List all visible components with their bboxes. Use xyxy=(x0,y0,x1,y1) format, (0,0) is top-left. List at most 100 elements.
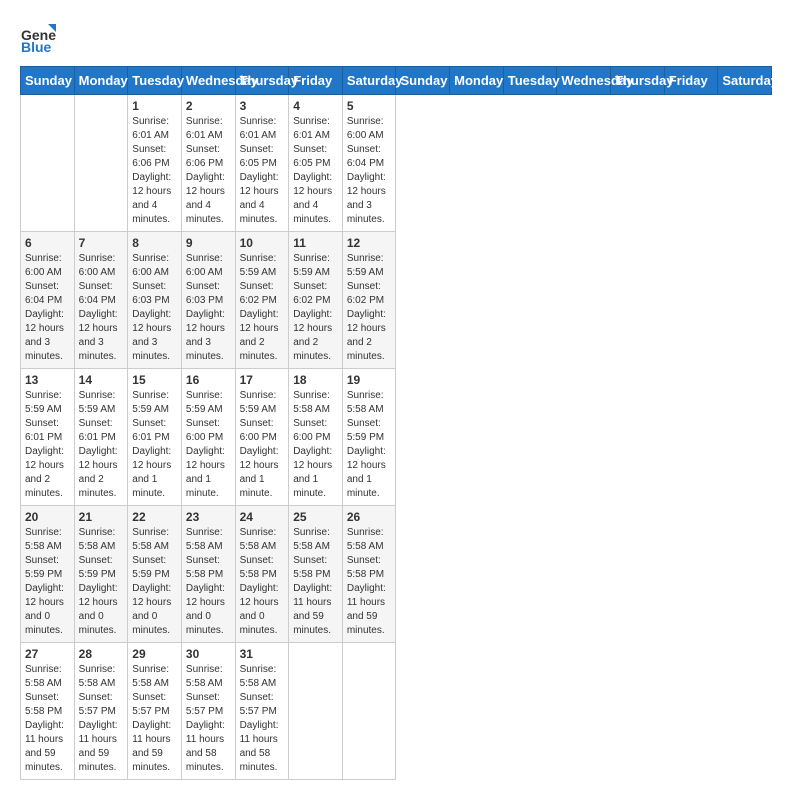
calendar-cell: 5 Sunrise: 6:00 AM Sunset: 6:04 PM Daylig… xyxy=(342,95,396,232)
calendar-cell: 21 Sunrise: 5:58 AM Sunset: 5:59 PM Dayli… xyxy=(74,506,128,643)
calendar-week-row: 13 Sunrise: 5:59 AM Sunset: 6:01 PM Dayli… xyxy=(21,369,772,506)
day-info: Sunrise: 5:58 AM Sunset: 5:59 PM Dayligh… xyxy=(25,526,70,638)
calendar-week-row: 27Sunrise: 5:58 AM Sunset: 5:58 PM Dayli… xyxy=(21,643,772,780)
calendar-header-row: SundayMondayTuesdayWednesdayThursdayFrid… xyxy=(21,67,772,95)
calendar-day-header: Tuesday xyxy=(503,67,557,95)
day-number: 29 xyxy=(132,647,177,661)
day-number: 18 xyxy=(293,373,338,387)
calendar-day-header: Thursday xyxy=(611,67,665,95)
day-number: 13 xyxy=(25,373,70,387)
calendar-day-header: Monday xyxy=(450,67,504,95)
calendar-day-header: Thursday xyxy=(235,67,289,95)
calendar-cell: 11 Sunrise: 5:59 AM Sunset: 6:02 PM Dayli… xyxy=(289,232,343,369)
calendar-week-row: 1 Sunrise: 6:01 AM Sunset: 6:06 PM Daylig… xyxy=(21,95,772,232)
calendar-cell: 31 Sunrise: 5:58 AM Sunset: 5:57 PM Dayli… xyxy=(235,643,289,780)
day-number: 2 xyxy=(186,99,231,113)
day-info: Sunrise: 5:58 AM Sunset: 6:00 PM Dayligh… xyxy=(293,389,338,501)
calendar-cell: 7 Sunrise: 6:00 AM Sunset: 6:04 PM Daylig… xyxy=(74,232,128,369)
day-number: 12 xyxy=(347,236,392,250)
day-info: Sunrise: 6:00 AM Sunset: 6:04 PM Dayligh… xyxy=(25,252,70,364)
calendar-day-header: Saturday xyxy=(342,67,396,95)
day-info: Sunrise: 5:58 AM Sunset: 5:58 PM Dayligh… xyxy=(293,526,338,638)
day-number: 26 xyxy=(347,510,392,524)
day-number: 21 xyxy=(79,510,124,524)
day-info: Sunrise: 5:59 AM Sunset: 6:00 PM Dayligh… xyxy=(240,389,285,501)
calendar-cell: 14Sunrise: 5:59 AM Sunset: 6:01 PM Dayli… xyxy=(74,369,128,506)
day-number: 8 xyxy=(132,236,177,250)
calendar-cell: 6 Sunrise: 6:00 AM Sunset: 6:04 PM Daylig… xyxy=(21,232,75,369)
calendar-week-row: 20 Sunrise: 5:58 AM Sunset: 5:59 PM Dayli… xyxy=(21,506,772,643)
day-number: 20 xyxy=(25,510,70,524)
calendar-cell: 24 Sunrise: 5:58 AM Sunset: 5:58 PM Dayli… xyxy=(235,506,289,643)
calendar-cell xyxy=(289,643,343,780)
day-info: Sunrise: 5:58 AM Sunset: 5:58 PM Dayligh… xyxy=(347,526,392,638)
day-number: 7 xyxy=(79,236,124,250)
day-number: 9 xyxy=(186,236,231,250)
calendar-cell: 13 Sunrise: 5:59 AM Sunset: 6:01 PM Dayli… xyxy=(21,369,75,506)
calendar-day-header: Monday xyxy=(74,67,128,95)
day-info: Sunrise: 5:58 AM Sunset: 5:59 PM Dayligh… xyxy=(79,526,124,638)
svg-text:Blue: Blue xyxy=(21,39,52,55)
day-info: Sunrise: 5:59 AM Sunset: 6:02 PM Dayligh… xyxy=(347,252,392,364)
calendar-cell: 2 Sunrise: 6:01 AM Sunset: 6:06 PM Daylig… xyxy=(181,95,235,232)
day-info: Sunrise: 6:00 AM Sunset: 6:04 PM Dayligh… xyxy=(347,115,392,227)
calendar-cell xyxy=(21,95,75,232)
day-number: 23 xyxy=(186,510,231,524)
day-number: 31 xyxy=(240,647,285,661)
day-info: Sunrise: 6:00 AM Sunset: 6:03 PM Dayligh… xyxy=(186,252,231,364)
day-number: 30 xyxy=(186,647,231,661)
day-number: 4 xyxy=(293,99,338,113)
day-info: Sunrise: 6:01 AM Sunset: 6:06 PM Dayligh… xyxy=(186,115,231,227)
day-number: 22 xyxy=(132,510,177,524)
day-info: Sunrise: 5:58 AM Sunset: 5:57 PM Dayligh… xyxy=(79,663,124,775)
day-info: Sunrise: 6:00 AM Sunset: 6:03 PM Dayligh… xyxy=(132,252,177,364)
day-info: Sunrise: 5:58 AM Sunset: 5:58 PM Dayligh… xyxy=(240,526,285,638)
calendar-table: SundayMondayTuesdayWednesdayThursdayFrid… xyxy=(20,66,772,780)
calendar-cell: 12 Sunrise: 5:59 AM Sunset: 6:02 PM Dayli… xyxy=(342,232,396,369)
calendar-day-header: Friday xyxy=(289,67,343,95)
day-info: Sunrise: 5:59 AM Sunset: 6:02 PM Dayligh… xyxy=(293,252,338,364)
day-number: 14 xyxy=(79,373,124,387)
day-number: 16 xyxy=(186,373,231,387)
day-info: Sunrise: 5:59 AM Sunset: 6:01 PM Dayligh… xyxy=(132,389,177,501)
day-info: Sunrise: 5:59 AM Sunset: 6:00 PM Dayligh… xyxy=(186,389,231,501)
day-info: Sunrise: 6:00 AM Sunset: 6:04 PM Dayligh… xyxy=(79,252,124,364)
day-number: 24 xyxy=(240,510,285,524)
logo-icon: General Blue xyxy=(20,20,56,56)
calendar-cell: 27Sunrise: 5:58 AM Sunset: 5:58 PM Dayli… xyxy=(21,643,75,780)
page-header: General Blue xyxy=(20,20,772,56)
calendar-day-header: Sunday xyxy=(396,67,450,95)
day-info: Sunrise: 5:58 AM Sunset: 5:59 PM Dayligh… xyxy=(347,389,392,501)
day-number: 3 xyxy=(240,99,285,113)
calendar-week-row: 6 Sunrise: 6:00 AM Sunset: 6:04 PM Daylig… xyxy=(21,232,772,369)
day-number: 19 xyxy=(347,373,392,387)
calendar-cell: 4 Sunrise: 6:01 AM Sunset: 6:05 PM Daylig… xyxy=(289,95,343,232)
day-number: 10 xyxy=(240,236,285,250)
logo: General Blue xyxy=(20,20,58,56)
calendar-cell: 10 Sunrise: 5:59 AM Sunset: 6:02 PM Dayli… xyxy=(235,232,289,369)
calendar-day-header: Tuesday xyxy=(128,67,182,95)
calendar-cell: 3Sunrise: 6:01 AM Sunset: 6:05 PM Daylig… xyxy=(235,95,289,232)
calendar-cell: 9 Sunrise: 6:00 AM Sunset: 6:03 PM Daylig… xyxy=(181,232,235,369)
calendar-day-header: Wednesday xyxy=(181,67,235,95)
calendar-cell: 26 Sunrise: 5:58 AM Sunset: 5:58 PM Dayli… xyxy=(342,506,396,643)
day-info: Sunrise: 5:58 AM Sunset: 5:58 PM Dayligh… xyxy=(186,526,231,638)
calendar-cell: 15 Sunrise: 5:59 AM Sunset: 6:01 PM Dayli… xyxy=(128,369,182,506)
day-number: 1 xyxy=(132,99,177,113)
day-number: 5 xyxy=(347,99,392,113)
calendar-day-header: Saturday xyxy=(718,67,772,95)
day-number: 25 xyxy=(293,510,338,524)
calendar-cell: 23 Sunrise: 5:58 AM Sunset: 5:58 PM Dayli… xyxy=(181,506,235,643)
day-info: Sunrise: 5:58 AM Sunset: 5:57 PM Dayligh… xyxy=(240,663,285,775)
day-info: Sunrise: 5:59 AM Sunset: 6:01 PM Dayligh… xyxy=(25,389,70,501)
day-number: 17 xyxy=(240,373,285,387)
day-number: 6 xyxy=(25,236,70,250)
calendar-cell: 30Sunrise: 5:58 AM Sunset: 5:57 PM Dayli… xyxy=(181,643,235,780)
day-info: Sunrise: 5:59 AM Sunset: 6:02 PM Dayligh… xyxy=(240,252,285,364)
day-info: Sunrise: 6:01 AM Sunset: 6:05 PM Dayligh… xyxy=(293,115,338,227)
day-info: Sunrise: 5:58 AM Sunset: 5:58 PM Dayligh… xyxy=(25,663,70,775)
day-number: 11 xyxy=(293,236,338,250)
calendar-cell: 8 Sunrise: 6:00 AM Sunset: 6:03 PM Daylig… xyxy=(128,232,182,369)
day-number: 15 xyxy=(132,373,177,387)
day-info: Sunrise: 6:01 AM Sunset: 6:06 PM Dayligh… xyxy=(132,115,177,227)
